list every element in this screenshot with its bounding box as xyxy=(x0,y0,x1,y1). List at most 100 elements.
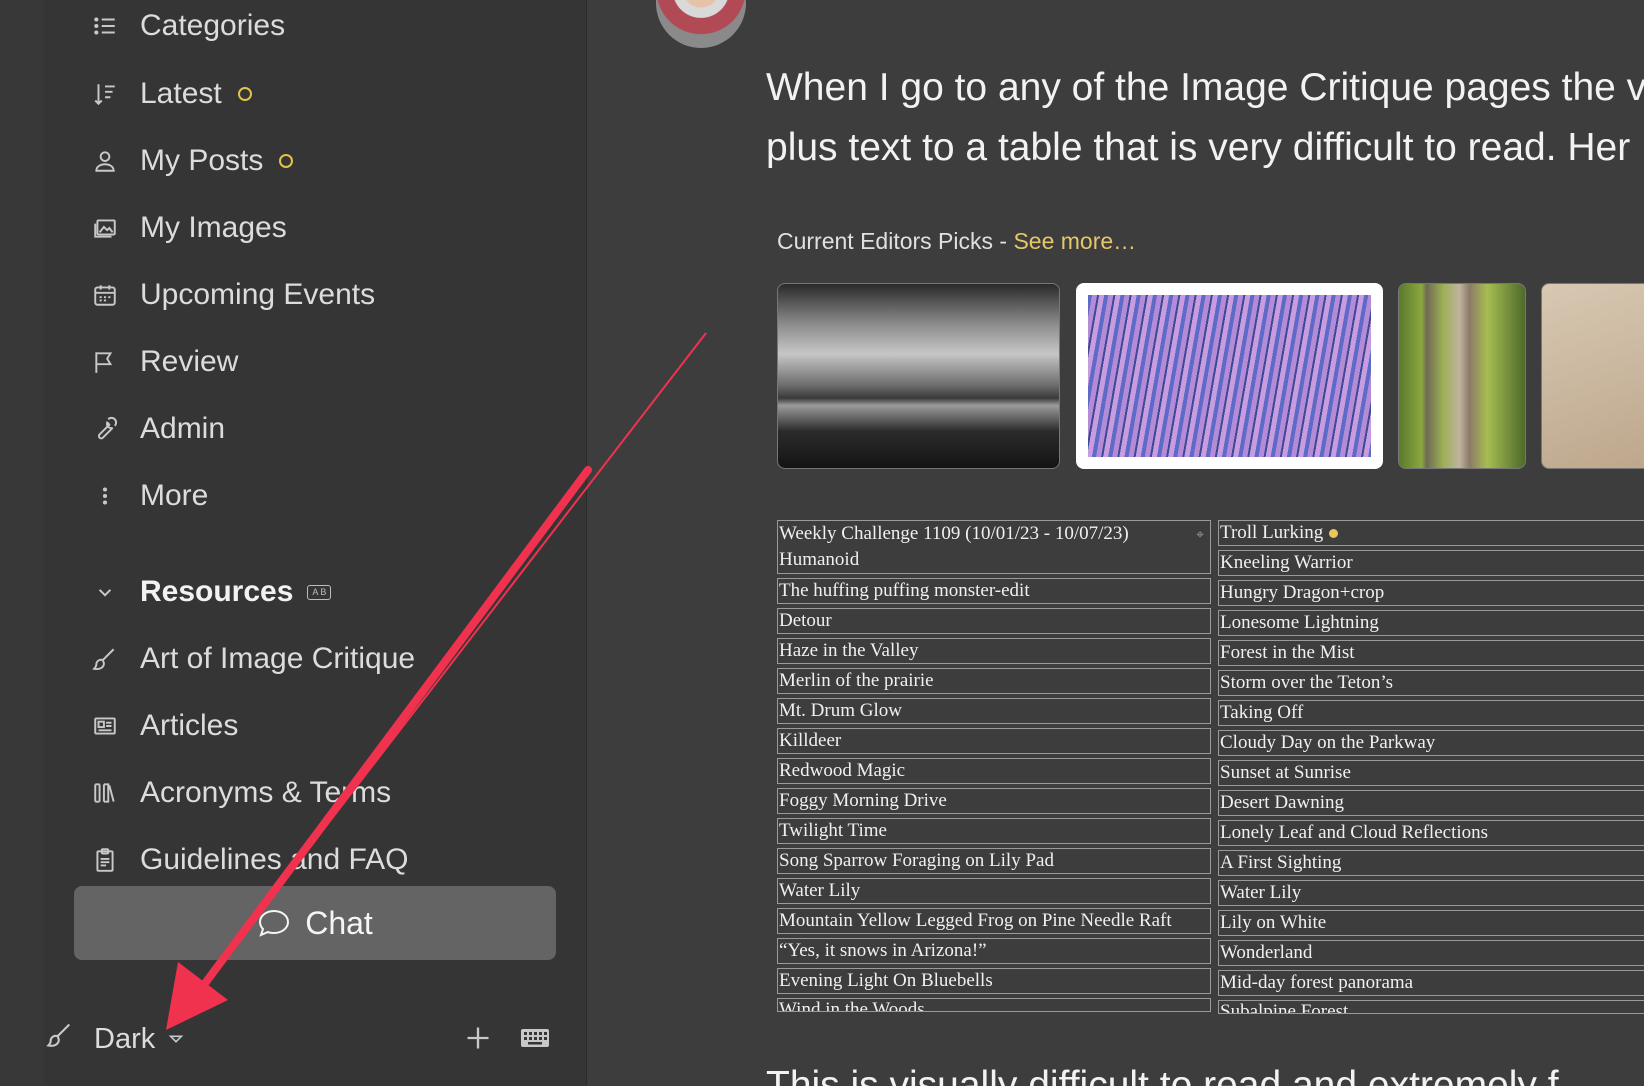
topic-row[interactable]: Wonderland xyxy=(1218,940,1644,966)
topic-row[interactable]: Weekly Challenge 1109 (10/01/23 - 10/07/… xyxy=(777,520,1211,574)
topic-row[interactable]: Subalpine Forest xyxy=(1218,1000,1644,1014)
topic-row[interactable]: Evening Light On Bluebells xyxy=(777,968,1211,994)
sidebar-item-latest[interactable]: Latest xyxy=(90,68,252,120)
theme-label: Dark xyxy=(94,1022,156,1055)
sidebar-item-admin[interactable]: Admin xyxy=(90,403,225,455)
ellipsis-vertical-icon xyxy=(90,481,120,511)
pin-icon: ⌖ xyxy=(1196,528,1204,543)
calendar-icon xyxy=(90,280,120,310)
topic-row[interactable]: Redwood Magic xyxy=(777,758,1211,784)
sidebar-item-label: My Images xyxy=(140,211,287,244)
topic-row[interactable]: Troll Lurking xyxy=(1218,520,1644,546)
sidebar-item-review[interactable]: Review xyxy=(90,336,238,388)
brush-icon xyxy=(46,1021,74,1057)
sidebar-item-label: Upcoming Events xyxy=(140,278,376,311)
topic-row[interactable]: Twilight Time xyxy=(777,818,1211,844)
topic-row[interactable]: Merlin of the prairie xyxy=(777,668,1211,694)
post-body: When I go to any of the Image Critique p… xyxy=(766,58,1644,178)
topic-row[interactable]: “Yes, it snows in Arizona!” xyxy=(777,938,1211,964)
avatar[interactable] xyxy=(656,0,746,48)
chat-bubble-icon xyxy=(259,909,290,937)
clipboard-icon xyxy=(90,845,120,875)
topic-list-right: Troll Lurking Kneeling Warrior Hungry Dr… xyxy=(1218,520,1644,1018)
topic-row[interactable]: Water Lily xyxy=(1218,880,1644,906)
sidebar-item-label: Review xyxy=(140,345,239,378)
unread-dot xyxy=(1329,529,1339,539)
sidebar-item-my-posts[interactable]: My Posts xyxy=(90,135,294,187)
topic-list-left: Weekly Challenge 1109 (10/01/23 - 10/07/… xyxy=(777,520,1211,1016)
topic-row[interactable]: Mountain Yellow Legged Frog on Pine Need… xyxy=(777,908,1211,934)
post-line: When I go to any of the Image Critique p… xyxy=(766,66,1644,109)
topic-row[interactable]: Wind in the Woods xyxy=(777,998,1211,1012)
brush-icon xyxy=(90,644,120,674)
sidebar-item-label: Guidelines and FAQ xyxy=(140,843,409,876)
chat-label: Chat xyxy=(305,904,373,941)
list-icon xyxy=(90,11,120,41)
keyboard-icon[interactable] xyxy=(520,1024,550,1057)
embedded-screenshot[interactable]: Current Editors Picks - See more… Weekly… xyxy=(775,210,1644,1014)
wrench-icon xyxy=(90,414,120,444)
topic-row[interactable]: Killdeer xyxy=(777,728,1211,754)
sidebar-item-acronyms-terms[interactable]: Acronyms & Terms xyxy=(90,767,391,819)
sidebar-item-my-images[interactable]: My Images xyxy=(90,202,287,254)
sidebar-item-label: Articles xyxy=(140,709,239,742)
topic-row[interactable]: Lonely Leaf and Cloud Reflections xyxy=(1218,820,1644,846)
editors-picks-title: Current Editors Picks - See more… xyxy=(777,228,1137,254)
topic-row[interactable]: Hungry Dragon+crop xyxy=(1218,580,1644,606)
resources-section-header[interactable]: Resources A B xyxy=(90,566,332,618)
sidebar-item-categories[interactable]: Categories xyxy=(90,0,285,52)
topic-row[interactable]: Foggy Morning Drive xyxy=(777,788,1211,814)
unread-indicator xyxy=(237,87,252,101)
post-line: plus text to a table that is very diffic… xyxy=(766,126,1631,169)
see-more-link: See more… xyxy=(1013,228,1137,254)
topic-row[interactable]: Haze in the Valley xyxy=(777,638,1211,664)
user-icon xyxy=(90,146,120,176)
add-icon[interactable] xyxy=(464,1024,492,1060)
images-icon xyxy=(90,213,120,243)
pick-thumbnail-lilies xyxy=(1076,283,1383,469)
sidebar-item-articles[interactable]: Articles xyxy=(90,700,238,752)
sidebar-item-label: Categories xyxy=(140,9,286,42)
topic-row[interactable]: Forest in the Mist xyxy=(1218,640,1644,666)
sort-icon xyxy=(90,79,120,109)
topic-row[interactable]: Kneeling Warrior xyxy=(1218,550,1644,576)
topic-row[interactable]: A First Sighting xyxy=(1218,850,1644,876)
flag-icon xyxy=(90,347,120,377)
topic-row[interactable]: Taking Off xyxy=(1218,700,1644,726)
topic-row[interactable]: Cloudy Day on the Parkway xyxy=(1218,730,1644,756)
books-icon xyxy=(90,778,120,808)
sidebar-item-art-of-image-critique[interactable]: Art of Image Critique xyxy=(90,633,415,685)
sidebar-item-upcoming-events[interactable]: Upcoming Events xyxy=(90,269,375,321)
unread-indicator xyxy=(279,154,294,168)
sidebar-item-more[interactable]: More xyxy=(90,470,208,522)
sidebar-item-label: Admin xyxy=(140,412,226,445)
pick-thumbnail-dunes xyxy=(1541,283,1644,469)
theme-selector[interactable]: Dark xyxy=(94,1023,185,1056)
topic-row[interactable]: Desert Dawning xyxy=(1218,790,1644,816)
topic-row[interactable]: Lonesome Lightning xyxy=(1218,610,1644,636)
topic-row[interactable]: Sunset at Sunrise xyxy=(1218,760,1644,786)
topic-row[interactable]: Water Lily xyxy=(777,878,1211,904)
chat-button[interactable]: Chat xyxy=(74,886,556,960)
pick-thumbnail-forest xyxy=(1398,283,1526,469)
section-badge-icon: A B xyxy=(307,584,332,600)
topic-row[interactable]: Mid-day forest panorama xyxy=(1218,970,1644,996)
topic-row[interactable]: Storm over the Teton’s xyxy=(1218,670,1644,696)
window-edge xyxy=(0,0,44,1086)
topic-row[interactable]: Song Sparrow Foraging on Lily Pad xyxy=(777,848,1211,874)
sidebar-item-label: My Posts xyxy=(140,144,264,177)
sidebar-item-label: More xyxy=(140,479,209,512)
sidebar-footer: Dark xyxy=(46,1012,549,1066)
topic-row[interactable]: The huffing puffing monster-edit xyxy=(777,578,1211,604)
post-line: This is visually difficult to read and e… xyxy=(766,1064,1559,1086)
section-title: Resources xyxy=(140,575,294,608)
sidebar-item-label: Art of Image Critique xyxy=(140,642,416,675)
caret-down-icon xyxy=(168,1035,184,1043)
topic-main: When I go to any of the Image Critique p… xyxy=(587,0,1644,1086)
pick-thumbnail-storm xyxy=(777,283,1060,469)
sidebar-item-label: Latest xyxy=(140,77,222,110)
topic-row[interactable]: Detour xyxy=(777,608,1211,634)
sidebar-item-guidelines-faq[interactable]: Guidelines and FAQ xyxy=(90,834,409,886)
topic-row[interactable]: Lily on White xyxy=(1218,910,1644,936)
topic-row[interactable]: Mt. Drum Glow xyxy=(777,698,1211,724)
